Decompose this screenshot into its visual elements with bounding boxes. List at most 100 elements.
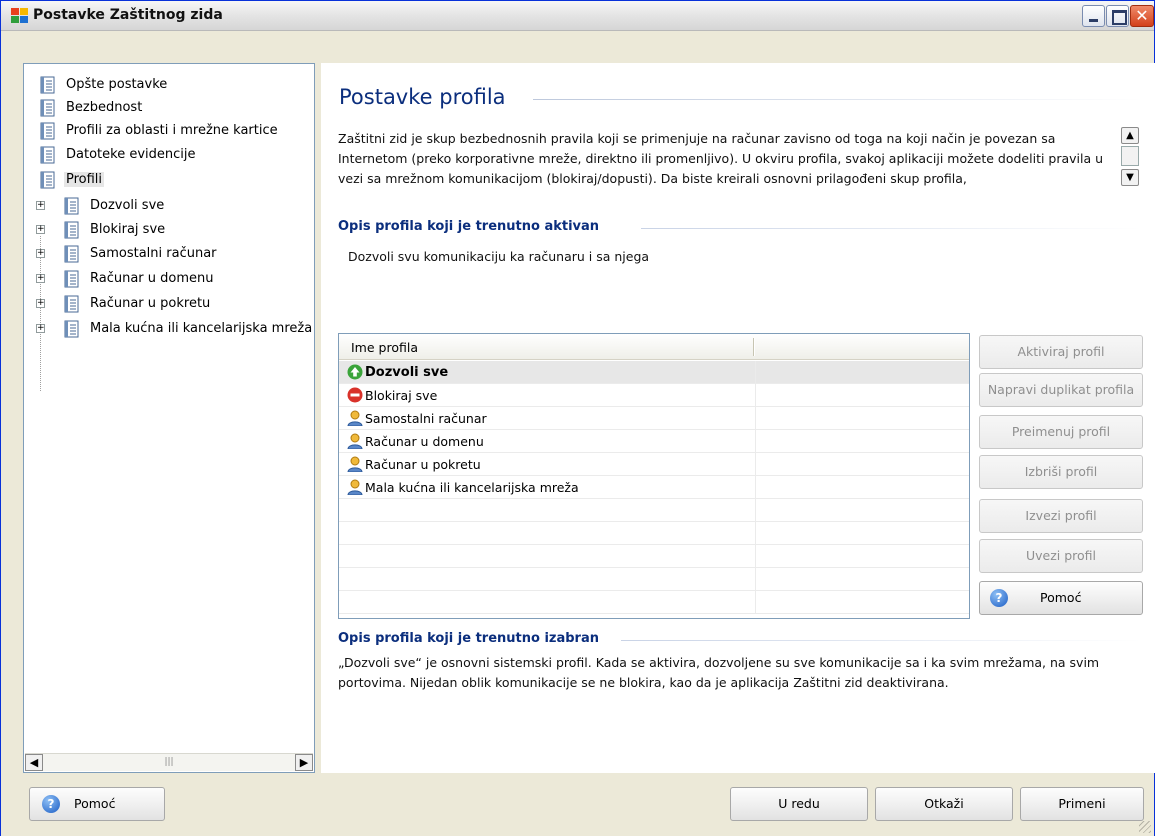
activate-profile-button[interactable]: Aktiviraj profil [979,335,1143,369]
user-icon [347,410,363,426]
minimize-button[interactable] [1082,5,1105,27]
delete-profile-button[interactable]: Izbriši profil [979,455,1143,489]
title-bar[interactable]: Postavke Zaštitnog zida ✕ [1,1,1154,31]
profile-name: Računar u pokretu [365,457,481,472]
document-icon [64,221,79,239]
document-icon [64,320,79,338]
button-label: Uvezi profil [1025,548,1097,563]
help-icon: ? [42,795,60,813]
button-label: Aktiviraj profil [1017,344,1105,359]
empty-row [339,545,969,568]
profile-table[interactable]: Ime profila Dozvoli sve Blokiraj sve Sam… [338,333,970,619]
button-label: Primeni [1058,796,1106,811]
profile-name: Samostalni računar [365,411,487,426]
expand-icon[interactable]: + [36,299,45,308]
footer-help-button[interactable]: ? Pomoć [29,787,165,821]
table-header[interactable]: Ime profila [339,334,969,360]
tree-item-label: Profili [64,172,105,187]
table-row[interactable]: Samostalni računar [339,407,969,430]
profile-settings-pane: Postavke profila Zaštitni zid je skup be… [321,63,1155,773]
export-profile-button[interactable]: Izvezi profil [979,499,1143,533]
column-header-profile-name[interactable]: Ime profila [351,340,418,355]
expand-icon[interactable]: + [36,225,45,234]
scroll-left-icon[interactable]: ◀ [25,754,43,771]
scrollbar-thumb[interactable] [1121,146,1139,166]
firewall-settings-window: Postavke Zaštitnog zida ✕ Opšte postavke… [0,0,1155,836]
section-divider [621,640,1141,641]
intro-vertical-scrollbar[interactable]: ▲ ▼ [1121,127,1141,187]
profile-name: Računar u domenu [365,434,484,449]
table-row[interactable]: Mala kućna ili kancelarijska mreža [339,476,969,499]
button-label: Izbriši profil [1024,464,1098,479]
scroll-right-icon[interactable]: ▶ [295,754,313,771]
tree-item-label: Profili za oblasti i mrežne kartice [66,123,278,138]
cancel-button[interactable]: Otkaži [875,787,1013,821]
active-profile-heading: Opis profila koji je trenutno aktivan [338,219,600,234]
tree-item-label: Samostalni računar [90,246,217,261]
button-label: U redu [778,796,820,811]
user-icon [347,433,363,449]
user-icon [347,479,363,495]
active-profile-description: Dozvoli svu komunikaciju ka računaru i s… [348,249,650,264]
resize-grip[interactable] [1139,821,1151,833]
help-icon: ? [990,589,1008,607]
tree-horizontal-scrollbar[interactable]: ◀ ||| ▶ [25,753,313,771]
table-row[interactable]: Blokiraj sve [339,384,969,407]
selected-profile-description: „Dozvoli sve“ je osnovni sistemski profi… [338,655,1100,690]
app-logo-icon [11,8,29,24]
document-icon [64,295,79,313]
expand-icon[interactable]: + [36,274,45,283]
document-icon [64,245,79,263]
empty-row [339,591,969,614]
document-icon [40,76,55,94]
document-icon [64,197,79,215]
profile-name: Mala kućna ili kancelarijska mreža [365,480,579,495]
expand-icon[interactable]: + [36,201,45,210]
profile-name: Blokiraj sve [365,388,438,403]
tree-item-label: Bezbednost [66,100,143,115]
settings-tree[interactable]: Opšte postavke Bezbednost Profili za obl… [23,63,315,773]
tree-item-label: Blokiraj sve [90,222,166,237]
button-label: Otkaži [924,796,964,811]
table-row[interactable]: Računar u domenu [339,430,969,453]
page-title: Postavke profila [339,85,506,109]
document-icon [40,99,55,117]
tree-item-label: Računar u domenu [90,271,214,286]
rename-profile-button[interactable]: Preimenuj profil [979,415,1143,449]
tree-item-label: Računar u pokretu [90,296,211,311]
maximize-button[interactable] [1106,5,1129,27]
selected-profile-heading: Opis profila koji je trenutno izabran [338,631,599,646]
empty-row [339,499,969,522]
window-title: Postavke Zaštitnog zida [33,7,223,23]
close-button[interactable]: ✕ [1130,5,1154,27]
block-icon [347,387,363,403]
import-profile-button[interactable]: Uvezi profil [979,539,1143,573]
column-resize-handle[interactable] [753,338,755,356]
intro-text: Zaštitni zid je skup bezbednosnih pravil… [338,131,1104,186]
document-icon [64,270,79,288]
duplicate-profile-button[interactable]: Napravi duplikat profila [979,373,1143,407]
help-button[interactable]: ? Pomoć [979,581,1143,615]
expand-icon[interactable]: + [36,249,45,258]
tree-connector-line [40,236,41,391]
table-row[interactable]: Dozvoli sve [339,361,969,384]
document-icon [40,171,55,189]
scroll-up-icon[interactable]: ▲ [1121,127,1139,144]
document-icon [40,146,55,164]
button-label: Izvezi profil [1025,508,1097,523]
table-row[interactable]: Računar u pokretu [339,453,969,476]
expand-icon[interactable]: + [36,324,45,333]
tree-item-label: Mala kućna ili kancelarijska mreža [90,321,313,336]
dialog-button-bar: ? Pomoć U redu Otkaži Primeni [1,773,1154,836]
title-divider [533,99,1143,100]
user-icon [347,456,363,472]
section-divider [641,228,1141,229]
scroll-down-icon[interactable]: ▼ [1121,169,1139,186]
button-label: Napravi duplikat profila [987,382,1135,397]
button-label: Preimenuj profil [1011,424,1111,439]
ok-button[interactable]: U redu [730,787,868,821]
scrollbar-thumb[interactable]: ||| [44,755,294,770]
button-label: Pomoć [74,796,116,811]
allow-icon [347,364,363,380]
apply-button[interactable]: Primeni [1020,787,1144,821]
